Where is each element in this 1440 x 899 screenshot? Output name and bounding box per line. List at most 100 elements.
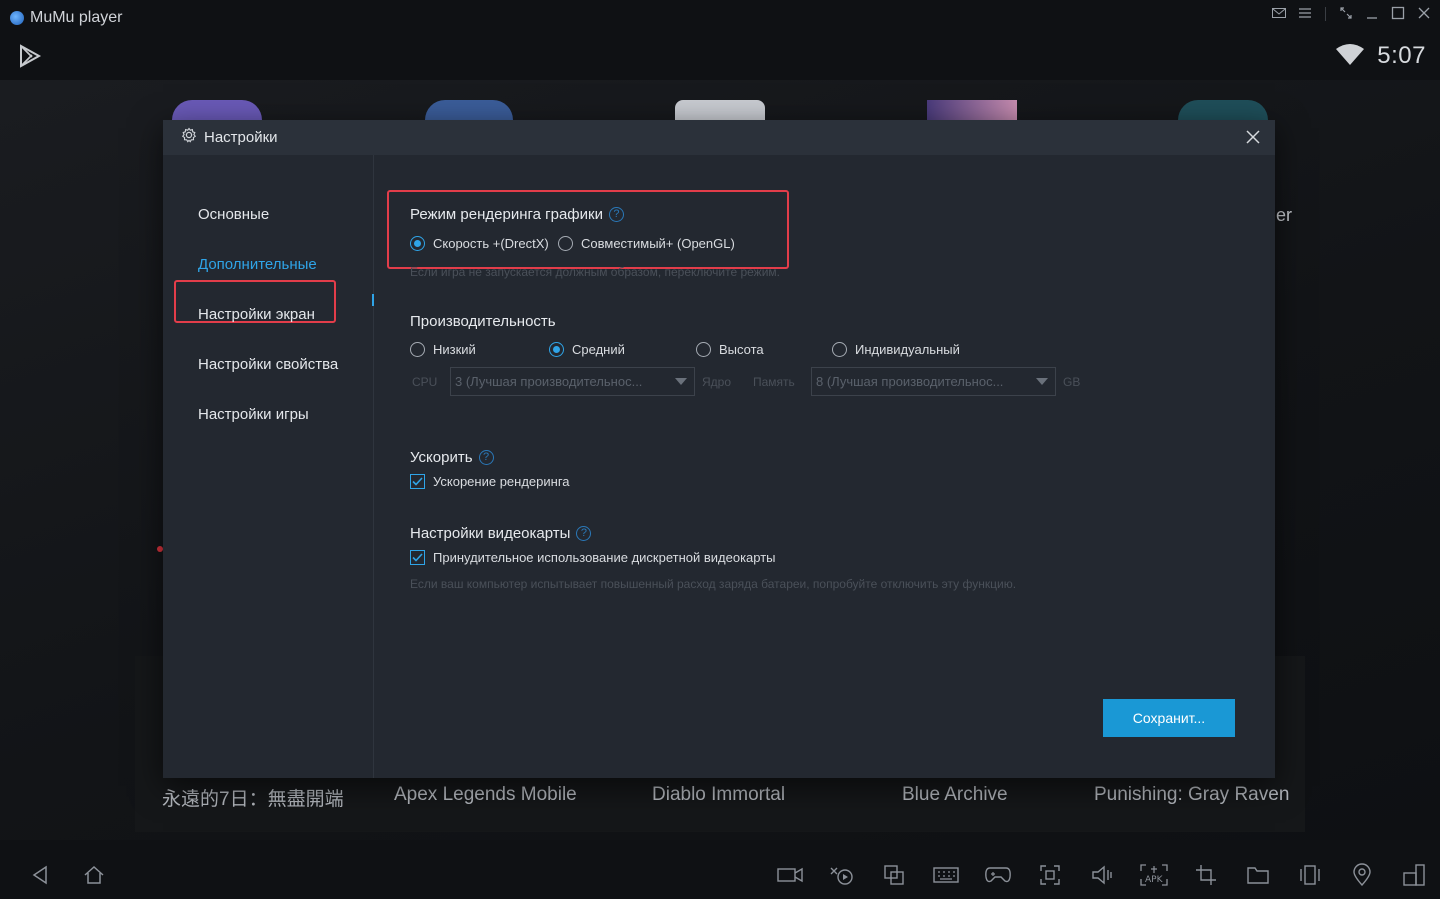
render-acceleration-checkbox[interactable]: Ускорение рендеринга <box>410 474 570 489</box>
home-icon[interactable] <box>80 861 108 889</box>
app-icon[interactable] <box>675 100 765 122</box>
game-labels: 永遠的7日：無盡開端 Apex Legends Mobile Diablo Im… <box>0 784 1440 810</box>
expand-icon[interactable] <box>1338 6 1354 22</box>
option-label: Высота <box>719 342 764 357</box>
multi-instance-icon[interactable] <box>880 861 908 889</box>
option-label: Скорость +(DrectX) <box>433 236 549 251</box>
select-value: 3 (Лучшая производительнос... <box>455 374 643 389</box>
option-label: Совместимый+ (OpenGL) <box>581 236 735 251</box>
app-icon[interactable] <box>425 100 513 122</box>
sidebar-item-properties[interactable]: Настройки свойства <box>198 356 338 373</box>
close-icon[interactable] <box>1416 6 1432 22</box>
checkbox-checked-icon[interactable] <box>410 550 425 565</box>
apk-install-icon[interactable]: APK <box>1140 861 1168 889</box>
cpu-select[interactable]: 3 (Лучшая производительнос... <box>450 367 695 396</box>
performance-option-high[interactable]: Высота <box>696 342 764 357</box>
status-bar: 5:07 <box>1335 42 1426 70</box>
clock: 5:07 <box>1377 42 1426 69</box>
chevron-down-icon <box>675 378 687 385</box>
dialog-header: Настройки <box>163 120 1275 155</box>
game-label[interactable]: Blue Archive <box>902 784 1008 806</box>
option-label: Средний <box>572 342 625 357</box>
maximize-icon[interactable] <box>1390 6 1406 22</box>
chevron-down-icon <box>1036 378 1048 385</box>
option-label: Низкий <box>433 342 476 357</box>
radio-icon[interactable] <box>558 236 573 251</box>
gpu-settings-title: Настройки видеокарты ? <box>410 525 592 542</box>
app-icon[interactable] <box>1178 100 1268 122</box>
performance-title: Производительность <box>410 313 556 330</box>
accelerate-title: Ускорить ? <box>410 449 494 466</box>
screenshot-icon[interactable] <box>1036 861 1064 889</box>
help-icon[interactable]: ? <box>576 526 592 541</box>
memory-label: Память <box>753 375 795 389</box>
rotate-screen-icon[interactable] <box>1400 861 1428 889</box>
folder-icon[interactable] <box>1244 861 1272 889</box>
back-icon[interactable] <box>26 861 54 889</box>
game-label[interactable]: Apex Legends Mobile <box>394 784 577 806</box>
save-button[interactable]: Сохранит... <box>1103 699 1235 737</box>
render-option-opengl[interactable]: Совместимый+ (OpenGL) <box>558 236 735 251</box>
radio-checked-icon[interactable] <box>549 342 564 357</box>
settings-content: Режим рендеринга графики ? Скорость +(Dr… <box>410 155 1260 775</box>
option-label: Принудительное использование дискретной … <box>433 550 776 565</box>
app-title: MuMu player <box>30 9 123 26</box>
select-value: 8 (Лучшая производительнос... <box>816 374 1004 389</box>
render-option-directx[interactable]: Скорость +(DrectX) <box>410 236 549 251</box>
play-store-icon[interactable] <box>18 44 42 73</box>
menu-icon[interactable] <box>1297 6 1313 22</box>
performance-option-low[interactable]: Низкий <box>410 342 476 357</box>
render-mode-title: Режим рендеринга графики ? <box>410 206 624 223</box>
render-hint: Если игра не запускается должным образом… <box>410 265 780 279</box>
location-icon[interactable] <box>1348 861 1376 889</box>
keyboard-icon[interactable] <box>932 861 960 889</box>
radio-icon[interactable] <box>832 342 847 357</box>
help-icon[interactable]: ? <box>608 207 624 222</box>
option-label: Индивидуальный <box>855 342 960 357</box>
performance-option-custom[interactable]: Индивидуальный <box>832 342 960 357</box>
mail-icon[interactable] <box>1271 6 1287 22</box>
memory-select[interactable]: 8 (Лучшая производительнос... <box>811 367 1056 396</box>
volume-icon[interactable] <box>1088 861 1116 889</box>
game-label[interactable]: 永遠的7日：無盡開端 <box>162 784 344 811</box>
section-label: Производительность <box>410 313 556 330</box>
title-bar: MuMu player <box>0 0 1440 36</box>
option-label: Ускорение рендеринга <box>433 474 570 489</box>
crop-icon[interactable] <box>1192 861 1220 889</box>
radio-icon[interactable] <box>696 342 711 357</box>
app-icon[interactable] <box>927 100 1017 122</box>
window-controls <box>1271 6 1432 22</box>
core-label: Ядро <box>702 375 732 389</box>
radio-icon[interactable] <box>410 342 425 357</box>
section-label: Режим рендеринга графики <box>410 206 603 223</box>
svg-text:APK: APK <box>1145 875 1164 885</box>
settings-sidebar: Основные Дополнительные Настройки экран … <box>163 155 374 778</box>
close-icon[interactable] <box>1245 129 1261 145</box>
gpu-hint: Если ваш компьютер испытывает повышенный… <box>410 577 1017 591</box>
app-icon[interactable] <box>172 100 262 122</box>
active-marker <box>372 294 374 306</box>
shake-icon[interactable] <box>1296 861 1324 889</box>
sidebar-item-basic[interactable]: Основные <box>198 206 269 223</box>
mumu-logo-icon <box>10 11 24 25</box>
video-record-icon[interactable] <box>776 861 804 889</box>
operation-record-icon[interactable] <box>828 861 856 889</box>
divider <box>1325 7 1326 21</box>
discrete-gpu-checkbox[interactable]: Принудительное использование дискретной … <box>410 550 776 565</box>
performance-option-medium[interactable]: Средний <box>549 342 625 357</box>
game-label[interactable]: Punishing: Gray Raven <box>1094 784 1289 806</box>
section-label: Ускорить <box>410 449 473 466</box>
sidebar-item-game[interactable]: Настройки игры <box>198 406 309 423</box>
section-label: Настройки видеокарты <box>410 525 571 542</box>
radio-checked-icon[interactable] <box>410 236 425 251</box>
dialog-title: Настройки <box>204 129 278 146</box>
wifi-icon <box>1335 43 1365 70</box>
sidebar-item-advanced[interactable]: Дополнительные <box>198 256 317 273</box>
gamepad-icon[interactable] <box>984 861 1012 889</box>
game-label[interactable]: Diablo Immortal <box>652 784 785 806</box>
minimize-icon[interactable] <box>1364 6 1380 22</box>
help-icon[interactable]: ? <box>478 450 494 465</box>
settings-dialog: Настройки Основные Дополнительные Настро… <box>163 120 1275 778</box>
sidebar-item-screen[interactable]: Настройки экран <box>198 306 315 323</box>
checkbox-checked-icon[interactable] <box>410 474 425 489</box>
